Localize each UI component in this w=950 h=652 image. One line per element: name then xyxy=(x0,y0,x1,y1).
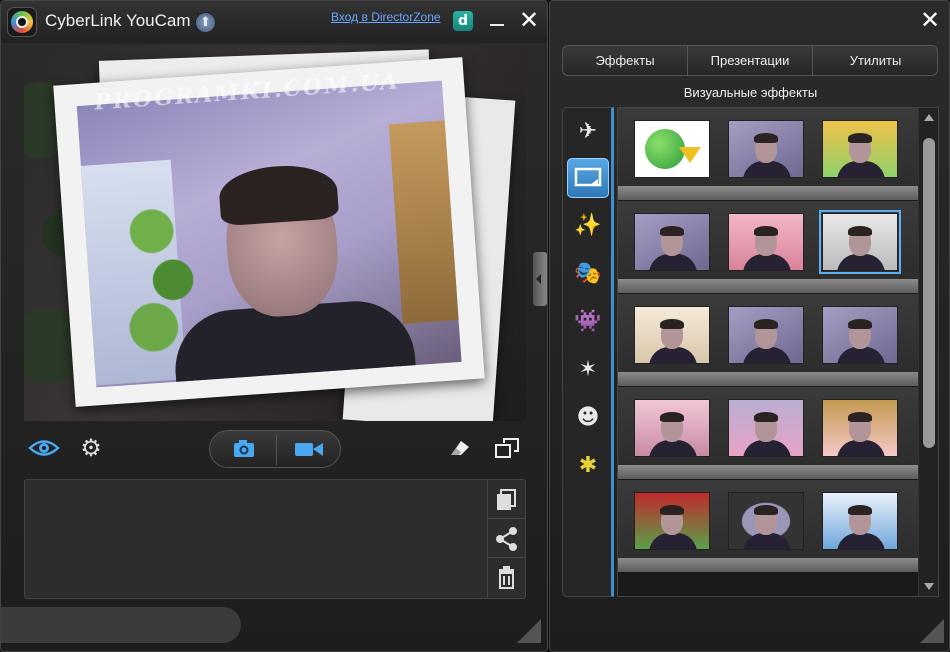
emoticon-icon[interactable]: ☻ xyxy=(567,398,609,438)
effects-tabs: Эффекты Презентации Утилиты xyxy=(562,45,938,76)
eraser-icon[interactable] xyxy=(447,439,471,457)
webcam-image xyxy=(76,80,462,388)
monster-icon[interactable]: 👾 xyxy=(567,302,609,342)
effect-thumbnail[interactable] xyxy=(822,120,898,178)
effects-shelf xyxy=(618,480,918,572)
effect-thumbnail[interactable] xyxy=(822,492,898,550)
shelf-plank xyxy=(618,465,918,479)
video-camera-icon[interactable] xyxy=(277,431,341,467)
effect-thumbnail[interactable] xyxy=(634,213,710,271)
room-door xyxy=(388,120,462,324)
effect-category-rail: ✈ ✨ 🎭 👾 ✶ ☻ ✱ xyxy=(562,107,614,597)
effects-grid xyxy=(617,107,939,597)
section-title: Визуальные эффекты xyxy=(683,85,818,100)
effect-download-icon[interactable] xyxy=(634,120,710,178)
title-bar: CyberLink YouCam ⬆ Вход в DirectorZone d… xyxy=(1,1,547,43)
close-icon[interactable]: ✕ xyxy=(918,8,942,33)
effects-panel: ✕ Эффекты Презентации Утилиты Визуальные… xyxy=(549,0,950,652)
panel-collapse-handle[interactable] xyxy=(533,252,547,306)
scroll-down-icon[interactable] xyxy=(924,583,934,590)
person-hair xyxy=(217,162,340,227)
resize-grip[interactable] xyxy=(517,619,541,643)
effect-thumbnail[interactable] xyxy=(728,306,804,364)
mask-icon[interactable]: 🎭 xyxy=(567,254,609,294)
gear-icon[interactable]: ⚙ xyxy=(78,435,104,461)
resize-grip[interactable] xyxy=(920,619,944,643)
frame-icon[interactable] xyxy=(567,158,609,198)
effects-scrollbar[interactable] xyxy=(918,108,938,596)
gallery-scrollbar[interactable] xyxy=(1,607,241,643)
effect-thumbnail[interactable] xyxy=(728,213,804,271)
minimize-icon[interactable] xyxy=(487,11,507,31)
webcam-preview: PROGRAMKI.COM.UA xyxy=(24,45,526,421)
effect-thumbnail[interactable] xyxy=(634,306,710,364)
effects-shelf xyxy=(618,201,918,293)
shelf-plank xyxy=(618,279,918,293)
camera-icon[interactable] xyxy=(210,431,276,467)
directorzone-icon[interactable]: d xyxy=(453,11,473,31)
effect-thumbnail[interactable] xyxy=(728,492,804,550)
scrollbar-thumb[interactable] xyxy=(923,138,935,448)
trash-icon[interactable] xyxy=(488,558,525,597)
tab-presentations[interactable]: Презентации xyxy=(688,46,813,75)
effect-thumbnail[interactable] xyxy=(728,120,804,178)
upload-arrow-icon[interactable]: ⬆ xyxy=(195,12,216,33)
particle-icon[interactable]: ✶ xyxy=(567,350,609,390)
scene-frame-icon[interactable]: ✈ xyxy=(567,112,609,152)
effect-thumbnail[interactable] xyxy=(634,399,710,457)
effect-thumbnail[interactable] xyxy=(634,492,710,550)
eye-icon[interactable] xyxy=(28,437,60,459)
youcam-main-window: CyberLink YouCam ⬆ Вход в DirectorZone d… xyxy=(0,0,548,652)
effect-thumbnail[interactable] xyxy=(822,306,898,364)
magic-wand-icon[interactable]: ✨ xyxy=(567,206,609,246)
directorzone-login-link[interactable]: Вход в DirectorZone xyxy=(331,10,441,24)
tab-effects[interactable]: Эффекты xyxy=(563,46,688,75)
gallery-toolbar xyxy=(487,480,525,598)
shelf-plank xyxy=(618,372,918,386)
shelf-plank xyxy=(618,186,918,200)
effects-shelf xyxy=(618,108,918,200)
capture-mode-switch xyxy=(209,430,341,468)
scroll-up-icon[interactable] xyxy=(924,114,934,121)
shelf-plank xyxy=(618,558,918,572)
app-title: CyberLink YouCam xyxy=(45,11,191,30)
effects-shelf xyxy=(618,294,918,386)
youcam-logo-icon xyxy=(7,7,37,37)
effect-thumbnail-selected[interactable] xyxy=(819,210,901,274)
fullscreen-icon[interactable] xyxy=(494,437,520,459)
tab-utilities[interactable]: Утилиты xyxy=(813,46,938,75)
media-gallery xyxy=(24,479,526,599)
share-icon[interactable] xyxy=(488,519,525,558)
star-sticker-icon[interactable]: ✱ xyxy=(567,446,609,486)
effects-shelf xyxy=(618,387,918,479)
copy-photos-icon[interactable] xyxy=(488,480,525,519)
capture-controls: ⚙ xyxy=(24,427,526,471)
close-icon[interactable]: ✕ xyxy=(517,8,541,33)
effect-thumbnail[interactable] xyxy=(728,399,804,457)
effect-thumbnail[interactable] xyxy=(822,399,898,457)
